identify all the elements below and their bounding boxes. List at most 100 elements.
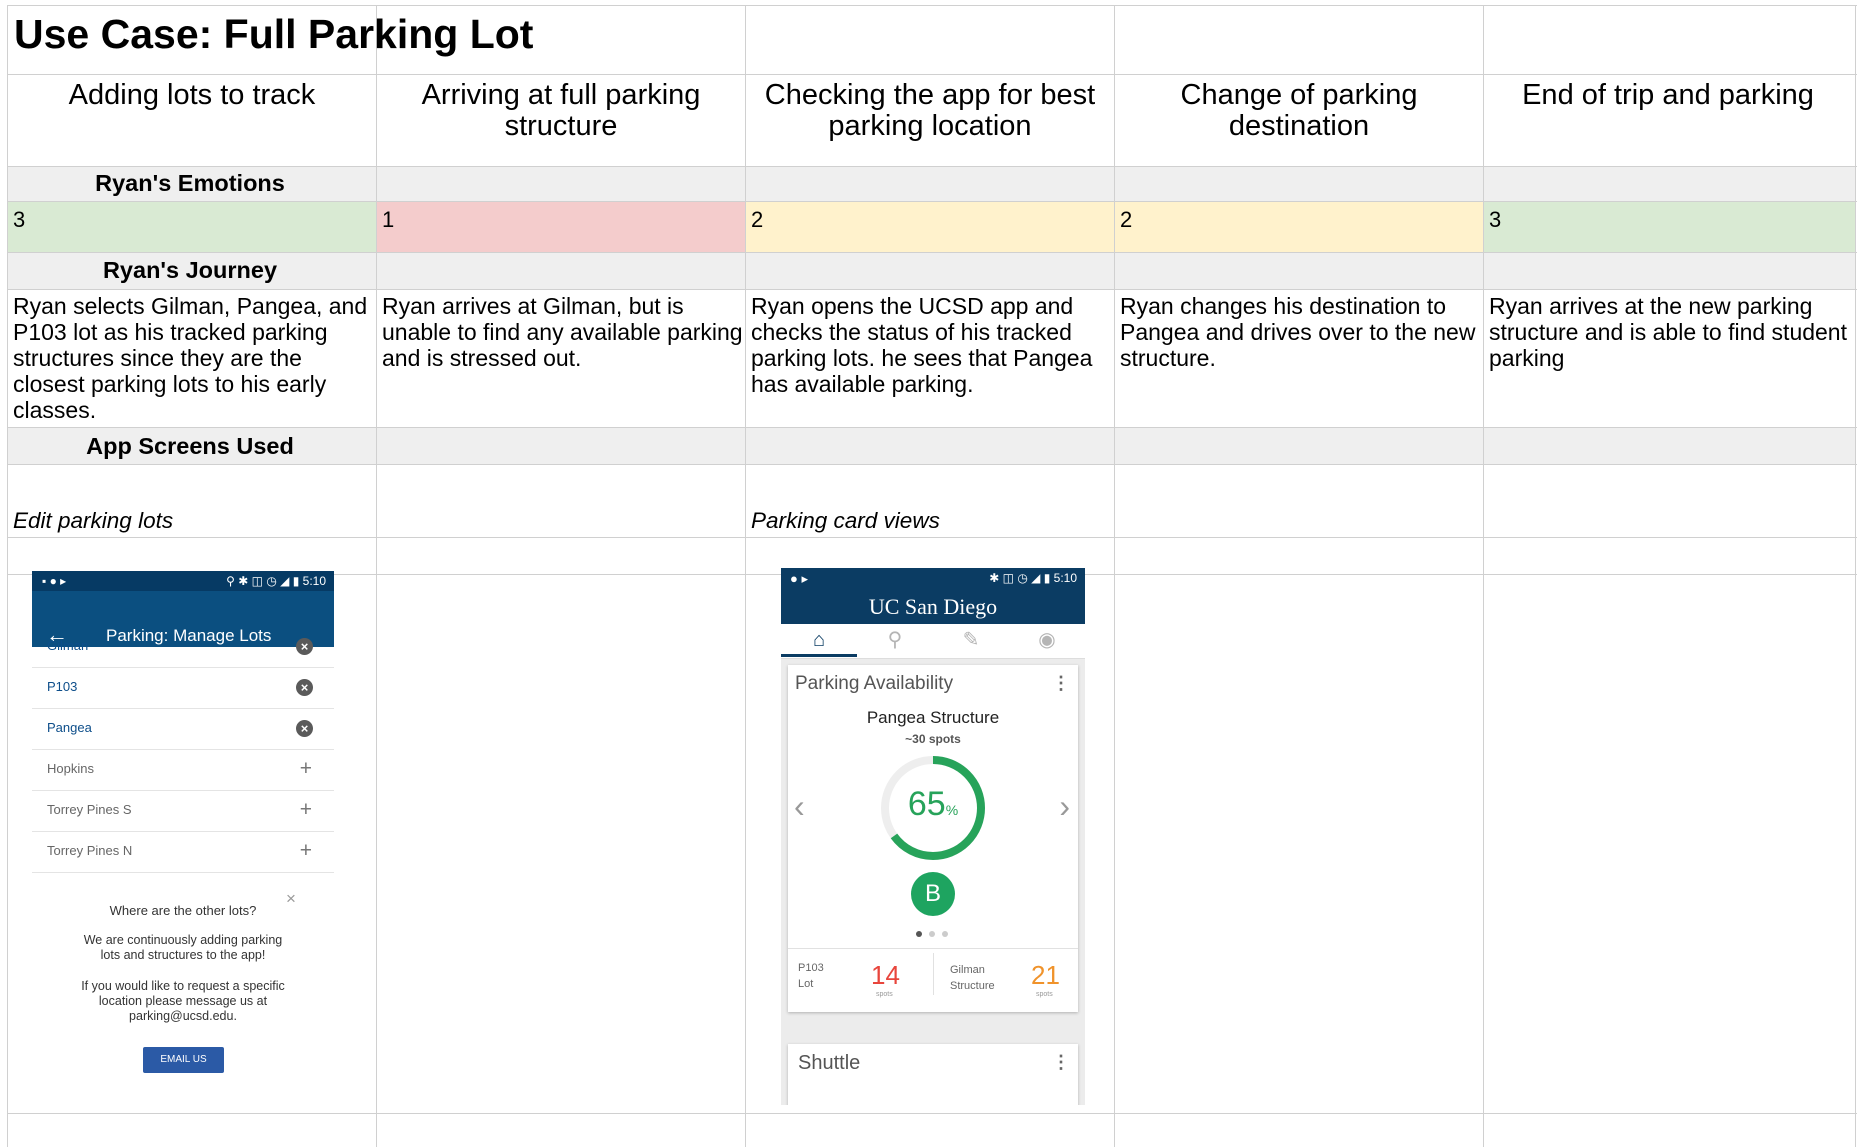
manage-lots-screenshot: ▪ ● ▸ ⚲ ✱ ◫ ◷ ◢ ▮ 5:10 ← Parking: Manage… [32, 571, 334, 1079]
journey-text-3: Ryan opens the UCSD app and checks the s… [751, 293, 1093, 397]
structure-spots: ~30 spots [905, 732, 961, 746]
grid-line [7, 5, 8, 1147]
page-title: Use Case: Full Parking Lot [14, 11, 534, 57]
other-lot-spots: 14 [871, 960, 900, 990]
status-bar: ● ▸ ✱ ◫ ◷ ◢ ▮ 5:10 [781, 568, 1085, 590]
info-text: lots and structures to the app! [100, 948, 266, 962]
map-pin-icon[interactable]: ⚲ [857, 624, 933, 658]
add-icon[interactable]: + [300, 758, 312, 780]
card-title: Shuttle [798, 1052, 861, 1074]
emotion-score-5: 3 [1489, 207, 1502, 232]
grid-line [376, 5, 377, 1147]
app-header: UC San Diego [781, 590, 1085, 624]
phase-1: Adding lots to track [68, 79, 316, 111]
info-email: parking@ucsd.edu. [129, 1009, 237, 1023]
lot-row-tracked[interactable]: P103 × [32, 667, 334, 709]
emotion-score-1: 3 [13, 207, 26, 232]
info-text: location please message us at [98, 994, 268, 1008]
section-emotions: Ryan's Emotions [95, 170, 285, 196]
remove-icon[interactable]: × [296, 679, 313, 696]
lot-row-untracked[interactable]: Hopkins + [32, 749, 334, 791]
lot-row-tracked[interactable]: Pangea × [32, 708, 334, 750]
remove-icon[interactable]: × [296, 638, 313, 655]
edit-icon[interactable]: ✎ [933, 624, 1009, 658]
notification-icons: ▪ ● ▸ [42, 574, 67, 588]
lot-row-tracked[interactable]: Gilman × [32, 626, 334, 668]
more-options-icon[interactable]: ⋮ [1052, 1051, 1070, 1073]
section-screens: App Screens Used [86, 433, 294, 459]
more-options-icon[interactable]: ⋮ [1052, 672, 1070, 694]
status-bar: ▪ ● ▸ ⚲ ✱ ◫ ◷ ◢ ▮ 5:10 [32, 571, 334, 591]
parking-card-screenshot: ● ▸ ✱ ◫ ◷ ◢ ▮ 5:10 UC San Diego ⌂ ⚲ ✎ ◉ … [781, 568, 1085, 1105]
add-icon[interactable]: + [300, 799, 312, 821]
other-lot-unit: spots [1036, 991, 1053, 998]
grid-line [7, 201, 1857, 202]
pager-dot [942, 931, 948, 937]
journey-text-2: Ryan arrives at Gilman, but is unable to… [382, 293, 743, 371]
grid-line [7, 74, 1857, 75]
active-tab-indicator [781, 654, 857, 657]
profile-icon[interactable]: ◉ [1009, 624, 1085, 658]
notification-icons: ● ▸ [790, 571, 808, 586]
grid-line [1483, 5, 1484, 1147]
info-text: We are continuously adding parking [83, 933, 283, 947]
emotion-cell-3 [746, 202, 1114, 252]
grid-line [7, 252, 1857, 253]
lot-row-untracked[interactable]: Torrey Pines N + [32, 831, 334, 873]
journey-text-5: Ryan arrives at the new parking structur… [1489, 293, 1847, 371]
emotion-score-2: 1 [382, 207, 395, 232]
home-icon[interactable]: ⌂ [781, 624, 857, 658]
other-lot-unit: spots [876, 991, 893, 998]
lot-row-untracked[interactable]: Torrey Pines S + [32, 790, 334, 832]
other-lot-type: Structure [950, 980, 995, 992]
section-journey: Ryan's Journey [102, 257, 278, 283]
grid-line [7, 166, 1857, 167]
chevron-left-icon[interactable]: ‹ [794, 789, 805, 823]
uc-san-diego-logo: UC San Diego [868, 594, 998, 619]
phase-3: Checking the app for best parking locati… [764, 79, 1096, 142]
lot-name: Hopkins [47, 761, 94, 776]
grid-line [7, 1113, 1857, 1114]
info-text: If you would like to request a specific [81, 979, 285, 993]
lot-name: Pangea [47, 720, 92, 735]
lot-name: Torrey Pines S [47, 802, 132, 817]
phase-2: Arriving at full parking structure [421, 79, 701, 142]
journey-text-4: Ryan changes his destination to Pangea a… [1120, 293, 1476, 371]
divider [788, 948, 1078, 949]
emotion-cell-4 [1115, 202, 1483, 252]
email-us-button[interactable]: EMAIL US [143, 1047, 224, 1073]
screen-label-edit-lots: Edit parking lots [13, 508, 174, 533]
chevron-right-icon[interactable]: › [1059, 789, 1070, 823]
other-lot-spots: 21 [1031, 960, 1060, 990]
emotion-cell-1 [8, 202, 376, 252]
other-lot-name: Gilman [950, 964, 985, 976]
emotion-score-4: 2 [1120, 207, 1133, 232]
grid-line [7, 427, 1857, 428]
add-icon[interactable]: + [300, 840, 312, 862]
grid-line [7, 5, 1857, 6]
other-lot-name: P103 [798, 962, 824, 974]
availability-percent: 65% [907, 785, 959, 823]
phase-5: End of trip and parking [1522, 79, 1814, 111]
grid-line [1855, 5, 1856, 1147]
pager-dot [929, 931, 935, 937]
grid-line [745, 5, 746, 1147]
info-heading: Where are the other lots? [109, 903, 257, 918]
structure-name: Pangea Structure [866, 708, 1000, 727]
remove-icon[interactable]: × [296, 720, 313, 737]
divider [933, 953, 934, 995]
grade-badge: B [911, 872, 955, 916]
screen-label-card-views: Parking card views [751, 508, 940, 533]
emotion-score-3: 2 [751, 207, 764, 232]
parking-availability-card: Parking Availability ⋮ Pangea Structure … [788, 665, 1078, 1012]
phase-4: Change of parking destination [1180, 79, 1418, 142]
emotion-cell-5 [1484, 202, 1856, 252]
status-time: ✱ ◫ ◷ ◢ ▮ 5:10 [989, 571, 1077, 585]
journey-text-1: Ryan selects Gilman, Pangea, and P103 lo… [13, 293, 368, 423]
lot-name: P103 [47, 679, 78, 694]
lot-name: Torrey Pines N [47, 843, 133, 858]
grid-line [7, 464, 1857, 465]
grid-line [1114, 5, 1115, 1147]
card-title: Parking Availability [795, 673, 954, 694]
status-time: ⚲ ✱ ◫ ◷ ◢ ▮ 5:10 [226, 574, 326, 588]
